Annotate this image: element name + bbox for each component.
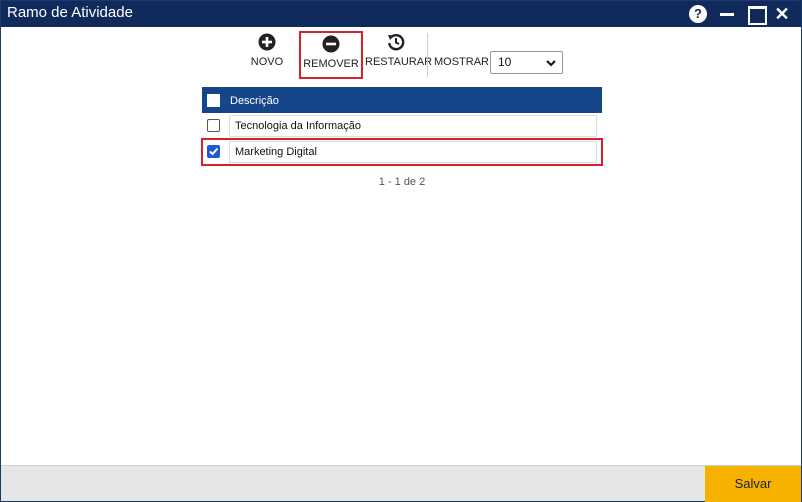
column-header-descricao: Descrição: [230, 95, 279, 107]
table-row: Marketing Digital: [201, 138, 603, 166]
remover-label: REMOVER: [303, 58, 359, 70]
minus-circle-icon: [322, 35, 340, 53]
descricao-field[interactable]: Marketing Digital: [229, 141, 597, 163]
help-icon[interactable]: ?: [689, 5, 707, 23]
maximize-icon[interactable]: [747, 5, 767, 25]
checkmark-icon: [209, 147, 219, 156]
row-checkbox[interactable]: [207, 119, 220, 132]
plus-circle-icon: [258, 33, 276, 51]
activity-grid: Descrição Tecnologia da Informação Marke…: [201, 87, 603, 166]
save-button[interactable]: Salvar: [705, 466, 801, 502]
select-all-checkbox[interactable]: [207, 94, 220, 107]
mostrar-label: MOSTRAR:: [434, 56, 493, 68]
pagination-info: 1 - 1 de 2: [378, 176, 426, 188]
title-bar: Ramo de Atividade ? ✕: [1, 1, 801, 27]
novo-button[interactable]: NOVO: [245, 33, 289, 68]
restaurar-label: RESTAURAR: [365, 56, 433, 68]
restore-history-icon: [388, 34, 405, 51]
row-checkbox[interactable]: [207, 145, 220, 158]
mostrar-select[interactable]: 10: [490, 51, 563, 74]
table-row: Tecnologia da Informação: [202, 113, 602, 139]
chevron-down-icon: [546, 60, 556, 67]
restaurar-button[interactable]: RESTAURAR: [365, 33, 432, 68]
footer-bar: Salvar: [1, 465, 801, 502]
novo-label: NOVO: [250, 56, 284, 68]
descricao-field[interactable]: Tecnologia da Informação: [229, 115, 597, 137]
mostrar-value: 10: [498, 55, 512, 69]
grid-header: Descrição: [202, 87, 602, 113]
toolbar-divider: [427, 33, 428, 77]
remover-button[interactable]: REMOVER: [299, 31, 363, 79]
close-icon[interactable]: ✕: [773, 5, 791, 23]
dialog-window: Ramo de Atividade ? ✕ NOVO REMOVER RESTA…: [0, 0, 802, 502]
minimize-icon[interactable]: [719, 5, 737, 23]
window-title: Ramo de Atividade: [7, 4, 133, 21]
